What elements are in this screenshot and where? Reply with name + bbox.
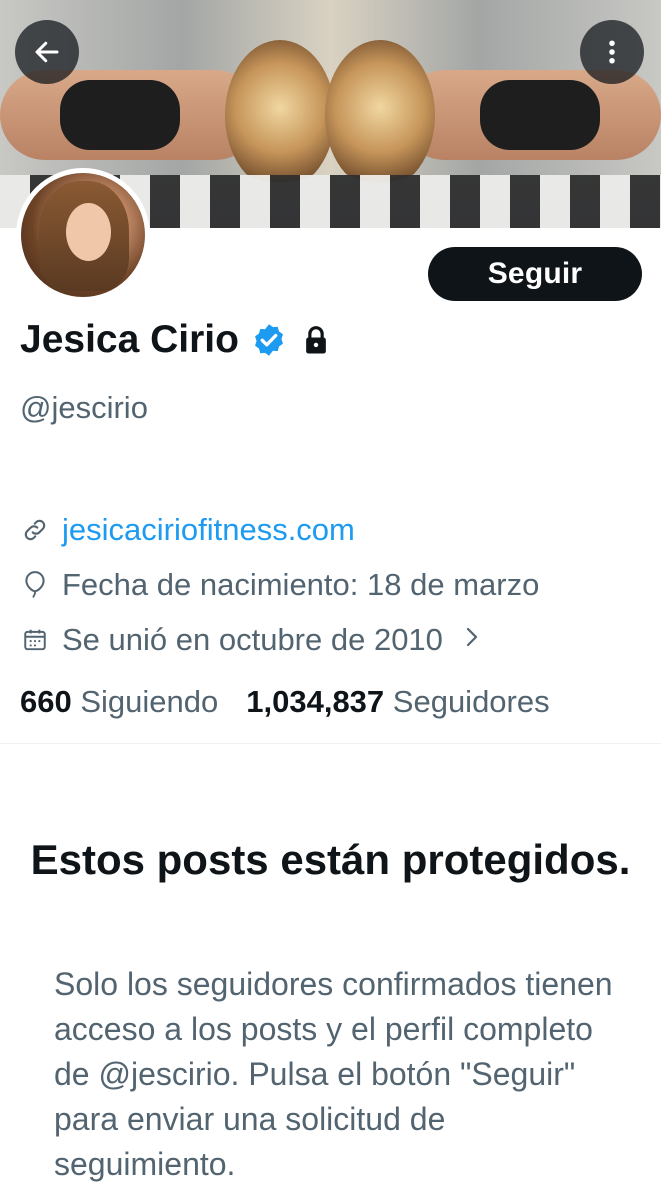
following-label: Siguiendo [80, 684, 219, 719]
avatar[interactable] [16, 168, 150, 302]
profile-handle: @jescirio [20, 390, 148, 425]
website-row[interactable]: jesicaciriofitness.com [20, 512, 355, 548]
calendar-icon [20, 625, 50, 655]
vertical-ellipsis-icon [609, 40, 615, 64]
protected-body: Solo los seguidores confirmados tienen a… [54, 966, 613, 1182]
banner-hair-right [325, 40, 435, 190]
banner-swimsuit-right [480, 80, 600, 150]
follow-button[interactable]: Seguir [428, 247, 642, 301]
follow-stats: 660 Siguiendo 1,034,837 Seguidores [20, 684, 550, 720]
balloon-icon [20, 570, 50, 600]
followers-count: 1,034,837 [246, 684, 393, 719]
followers-label: Seguidores [392, 684, 550, 719]
followers-stat[interactable]: 1,034,837 Seguidores [246, 684, 549, 720]
birthdate-text: Fecha de nacimiento: 18 de marzo [62, 567, 540, 602]
link-icon [20, 515, 50, 545]
avatar-face [66, 203, 111, 261]
banner-hair-left [225, 40, 335, 190]
verified-badge-icon[interactable] [251, 322, 287, 358]
section-divider [0, 743, 661, 744]
following-count: 660 [20, 684, 81, 719]
joined-row[interactable]: Se unió en octubre de 2010 [20, 622, 483, 658]
back-button[interactable] [15, 20, 79, 84]
profile-name-row: Jesica Cirio [20, 318, 331, 362]
more-options-button[interactable] [580, 20, 644, 84]
chevron-right-icon [461, 622, 483, 658]
birthdate-row: Fecha de nacimiento: 18 de marzo [20, 567, 539, 603]
banner-swimsuit-left [60, 80, 180, 150]
lock-icon [306, 326, 326, 354]
website-link[interactable]: jesicaciriofitness.com [62, 512, 355, 548]
arrow-left-icon [35, 41, 59, 63]
following-stat[interactable]: 660 Siguiendo [20, 684, 218, 720]
joined-text: Se unió en octubre de 2010 [62, 622, 443, 657]
protected-title: Estos posts están protegidos. [30, 836, 631, 883]
profile-name: Jesica Cirio [20, 318, 239, 361]
